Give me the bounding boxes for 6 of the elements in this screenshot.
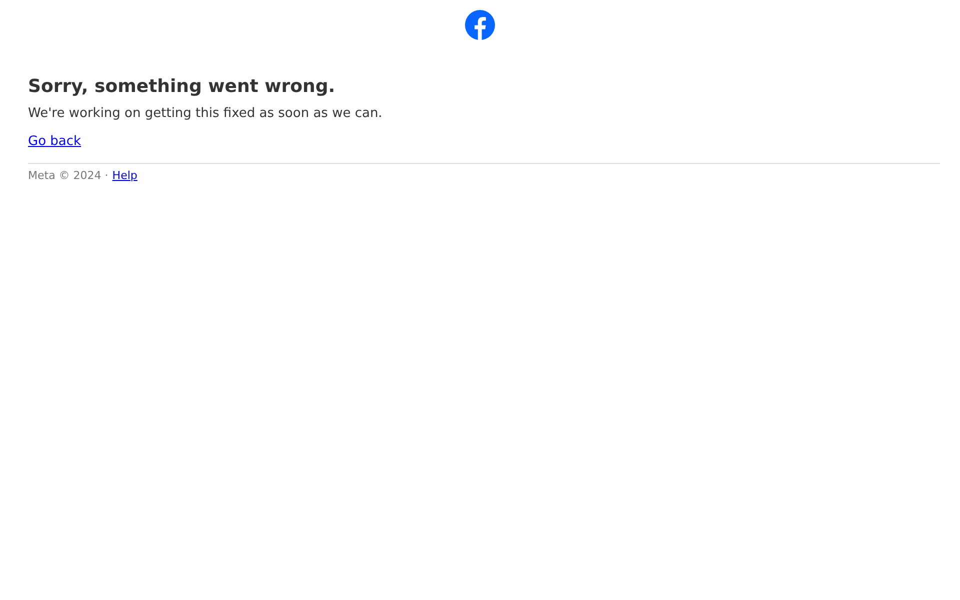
error-heading: Sorry, something went wrong. [28,75,336,99]
error-message: We're working on getting this fixed as soon as we can. [28,105,384,123]
copyright-text: Meta © 2024 · [28,169,108,183]
help-link[interactable]: Help [112,169,138,183]
go-back-link[interactable]: Go back [28,133,82,151]
logo-icon [465,10,495,40]
